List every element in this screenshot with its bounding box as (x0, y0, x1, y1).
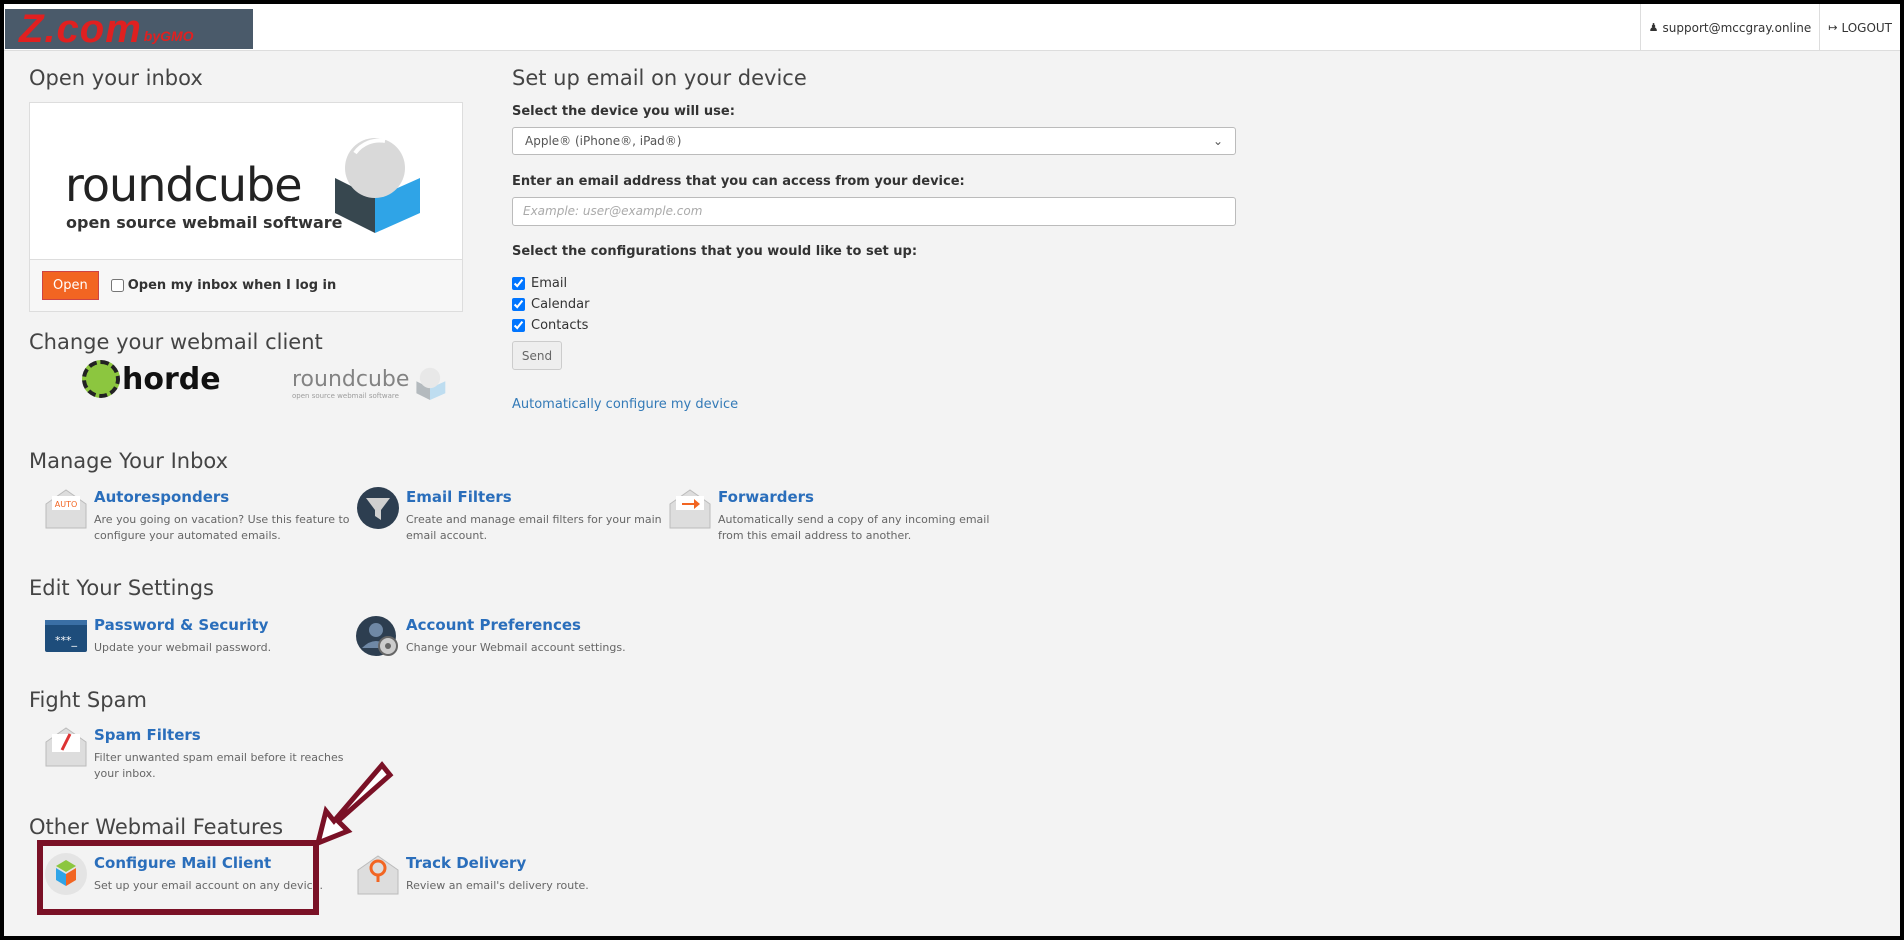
account-preferences-desc: Change your Webmail account settings. (406, 641, 626, 654)
send-button[interactable]: Send (512, 341, 562, 370)
forwarders-title[interactable]: Forwarders (718, 488, 989, 506)
horde-label: horde (122, 361, 221, 397)
horde-gear-icon (82, 360, 120, 398)
email-filters-item[interactable]: Email Filters Create and manage email fi… (356, 486, 662, 544)
config-calendar-checkbox[interactable] (512, 298, 525, 311)
logout-button[interactable]: ↦ LOGOUT (1819, 4, 1900, 51)
logo-text: Z.com (19, 6, 142, 51)
change-client-heading: Change your webmail client (29, 330, 323, 354)
user-area: ♟ support@mccgray.online ↦ LOGOUT (1639, 4, 1900, 51)
config-contacts-checkbox[interactable] (512, 319, 525, 332)
config-contacts-option[interactable]: Contacts (512, 318, 588, 333)
track-delivery-title[interactable]: Track Delivery (406, 854, 589, 872)
auto-configure-link[interactable]: Automatically configure my device (512, 397, 738, 412)
roundcube-tagline: open source webmail software (66, 213, 343, 232)
autoresponders-title[interactable]: Autoresponders (94, 488, 350, 506)
logout-label: LOGOUT (1841, 20, 1892, 35)
device-selected-value: Apple® (iPhone®, iPad®) (525, 134, 682, 148)
forward-icon (669, 489, 711, 529)
track-delivery-desc: Review an email's delivery route. (406, 879, 589, 892)
open-on-login-option[interactable]: Open my inbox when I log in (110, 278, 337, 293)
spam-filters-item[interactable]: Spam Filters Filter unwanted spam email … (44, 724, 344, 782)
open-on-login-label: Open my inbox when I log in (127, 278, 337, 293)
track-delivery-icon (357, 855, 399, 895)
manage-inbox-heading: Manage Your Inbox (29, 449, 229, 473)
device-select-label: Select the device you will use: (512, 104, 735, 119)
open-on-login-checkbox[interactable] (110, 279, 124, 292)
open-inbox-heading: Open your inbox (29, 66, 203, 90)
password-security-desc: Update your webmail password. (94, 641, 272, 654)
email-filters-desc: Create and manage email filters for your… (406, 513, 662, 542)
email-filters-title[interactable]: Email Filters (406, 488, 662, 506)
email-field-label: Enter an email address that you can acce… (512, 174, 965, 189)
highlight-callout-box (37, 840, 319, 915)
roundcube-logo-icon (335, 138, 420, 233)
track-delivery-item[interactable]: Track Delivery Review an email's deliver… (356, 852, 589, 896)
svg-text:***_: ***_ (55, 634, 78, 647)
device-setup-heading: Set up email on your device (512, 66, 807, 90)
funnel-icon (357, 487, 399, 529)
config-calendar-option[interactable]: Calendar (512, 297, 589, 312)
roundcube-card-footer: Open Open my inbox when I log in (30, 259, 462, 311)
device-select[interactable]: Apple® (iPhone®, iPad®) ⌄ (512, 127, 1236, 155)
spam-filters-title[interactable]: Spam Filters (94, 726, 344, 744)
chevron-down-icon: ⌄ (1212, 134, 1223, 148)
config-calendar-label: Calendar (531, 297, 590, 312)
user-email: support@mccgray.online (1662, 20, 1812, 35)
autoresponders-desc: Are you going on vacation? Use this feat… (94, 513, 350, 542)
autoresponders-item[interactable]: AUTO Autoresponders Are you going on vac… (44, 486, 350, 544)
roundcube-small-icon (416, 367, 446, 400)
svg-text:AUTO: AUTO (55, 500, 78, 509)
password-security-item[interactable]: ***_ Password & Security Update your web… (44, 614, 271, 658)
autoresponder-icon: AUTO (45, 489, 87, 529)
logout-icon: ↦ (1828, 21, 1838, 34)
spam-filter-icon (45, 727, 87, 767)
forwarders-item[interactable]: Forwarders Automatically send a copy of … (668, 486, 989, 544)
edit-settings-heading: Edit Your Settings (29, 576, 214, 600)
roundcube-client-option[interactable]: roundcube open source webmail software (292, 364, 447, 402)
fight-spam-heading: Fight Spam (29, 688, 147, 712)
password-icon: ***_ (45, 620, 87, 652)
account-preferences-title[interactable]: Account Preferences (406, 616, 626, 634)
user-menu[interactable]: ♟ support@mccgray.online (1639, 4, 1820, 51)
password-security-title[interactable]: Password & Security (94, 616, 271, 634)
account-settings-icon (356, 616, 398, 656)
user-icon: ♟ (1648, 21, 1659, 34)
top-bar: Z.com byGMO ♟ support@mccgray.online ↦ L… (4, 4, 1900, 51)
account-preferences-item[interactable]: Account Preferences Change your Webmail … (356, 614, 626, 658)
roundcube-wordmark: roundcube (65, 158, 302, 212)
config-contacts-label: Contacts (531, 318, 589, 333)
callout-arrow-icon (314, 761, 394, 848)
config-email-option[interactable]: Email (512, 276, 567, 291)
zcom-logo[interactable]: Z.com byGMO (5, 6, 253, 51)
email-field[interactable]: Example: user@example.com (512, 197, 1236, 226)
configs-label: Select the configurations that you would… (512, 244, 918, 259)
roundcube-small-sub: open source webmail software (292, 391, 399, 400)
roundcube-small-label: roundcube (292, 366, 410, 392)
forwarders-desc: Automatically send a copy of any incomin… (718, 513, 990, 542)
logo-sub: byGMO (143, 28, 194, 44)
config-email-checkbox[interactable] (512, 277, 525, 290)
horde-client-option[interactable]: horde (82, 360, 221, 398)
roundcube-card: roundcube open source webmail software O… (29, 102, 463, 312)
other-features-heading: Other Webmail Features (29, 815, 284, 839)
open-inbox-button[interactable]: Open (42, 271, 99, 300)
config-email-label: Email (531, 276, 568, 291)
